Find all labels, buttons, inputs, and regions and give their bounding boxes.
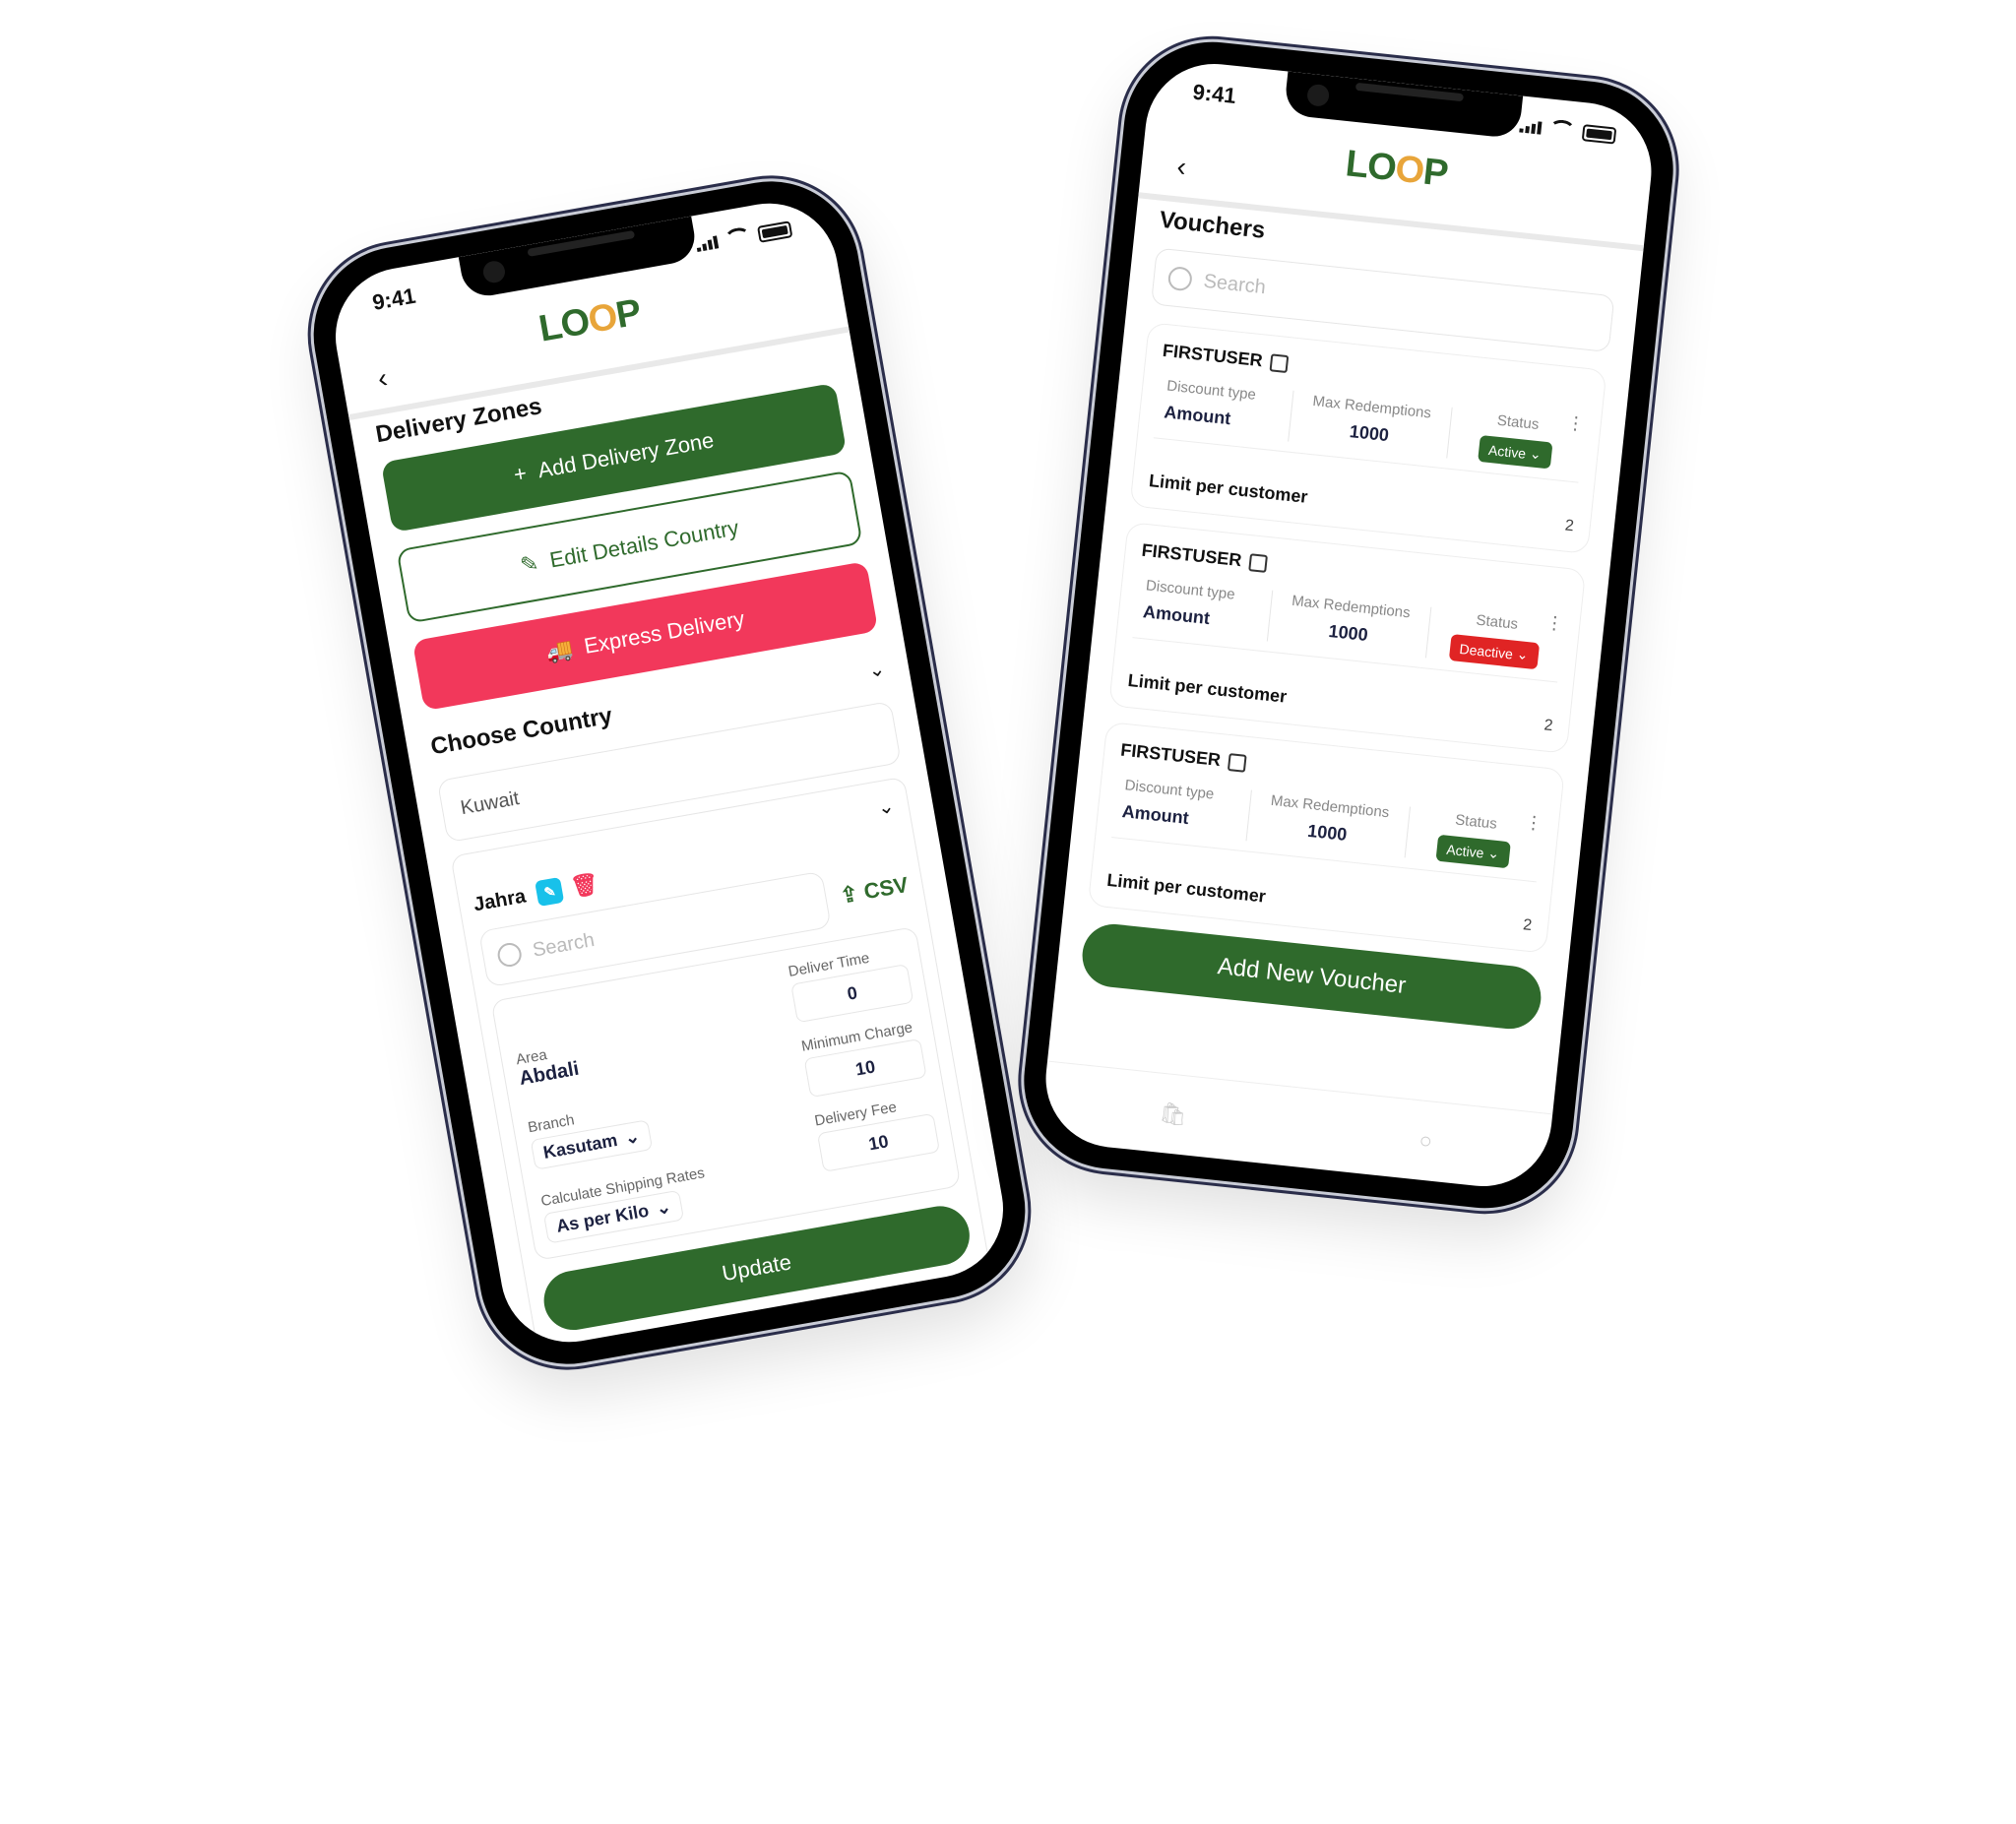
notch xyxy=(1283,71,1524,140)
voucher-code: FIRSTUSER xyxy=(1119,739,1223,771)
phone-delivery-zones: 9:41 ‹ LOOP Delivery Zones + Add Deliver… xyxy=(299,167,1040,1378)
limit-per-customer-label: Limit per customer xyxy=(1148,471,1309,507)
screen: 9:41 ‹ LOOP Delivery Zones + Add Deliver… xyxy=(324,192,1015,1353)
pencil-icon: ✎ xyxy=(518,550,541,578)
status-time: 9:41 xyxy=(1191,79,1237,109)
voucher-code: FIRSTUSER xyxy=(1140,539,1243,571)
zone-card: ⌄ Jahra ✎ 🗑 Search ⇪ CSV Area Abdali Bra… xyxy=(450,776,1004,1353)
tab-profile-icon[interactable]: ○ xyxy=(1418,1127,1433,1154)
loop-logo: LOOP xyxy=(536,291,644,350)
chevron-down-icon: ⌄ xyxy=(866,658,887,682)
search-icon xyxy=(1166,265,1194,292)
chevron-down-icon: ⌄ xyxy=(1486,845,1501,862)
max-redemptions-value: 1000 xyxy=(1327,620,1369,646)
screen: 9:41 ‹ LOOP Vouchers Search FIRSTUSER ⋮ … xyxy=(1039,57,1659,1193)
status-dropdown[interactable]: Deactive ⌄ xyxy=(1448,633,1540,670)
discount-type-value: Amount xyxy=(1163,402,1232,429)
more-options-icon[interactable]: ⋮ xyxy=(1566,412,1586,435)
voucher-card: FIRSTUSER ⋮ Discount type Amount Max Rede… xyxy=(1129,322,1607,554)
battery-icon xyxy=(1581,123,1617,145)
copy-icon[interactable] xyxy=(1269,352,1290,373)
wifi-icon xyxy=(1547,118,1576,142)
status-label: Status xyxy=(1475,611,1519,633)
plus-icon: + xyxy=(511,460,529,487)
discount-type-label: Discount type xyxy=(1123,777,1216,803)
chevron-down-icon: ⌄ xyxy=(1516,646,1530,663)
discount-type-value: Amount xyxy=(1142,601,1211,629)
status-label: Status xyxy=(1496,411,1541,434)
max-redemptions-value: 1000 xyxy=(1349,421,1390,446)
signal-icon xyxy=(1519,119,1543,135)
chevron-down-icon: ⌄ xyxy=(623,1126,642,1149)
loop-logo: LOOP xyxy=(1343,143,1450,195)
delivery-truck-icon: 🚚 xyxy=(543,636,575,665)
limit-value: 2 xyxy=(1522,916,1533,935)
max-redemptions-value: 1000 xyxy=(1306,820,1349,845)
limit-per-customer-label: Limit per customer xyxy=(1126,669,1289,707)
status-label: Status xyxy=(1454,811,1498,833)
csv-upload-button[interactable]: ⇪ CSV xyxy=(838,872,910,910)
chevron-down-icon[interactable]: ⌄ xyxy=(876,793,897,821)
battery-icon xyxy=(756,220,793,243)
voucher-list: FIRSTUSER ⋮ Discount type Amount Max Rede… xyxy=(1087,322,1607,954)
voucher-card: FIRSTUSER ⋮ Discount type Amount Max Rede… xyxy=(1087,721,1565,954)
limit-value: 2 xyxy=(1563,517,1575,535)
edit-icon[interactable]: ✎ xyxy=(535,876,565,907)
copy-icon[interactable] xyxy=(1227,752,1247,773)
discount-type-label: Discount type xyxy=(1145,577,1236,603)
chevron-down-icon: ⌄ xyxy=(655,1196,673,1219)
more-options-icon[interactable]: ⋮ xyxy=(1544,612,1564,635)
area-card: Area Abdali Branch Kasutam ⌄ Calculate Sh… xyxy=(490,925,962,1261)
back-chevron-icon[interactable]: ‹ xyxy=(375,362,390,395)
status-dropdown[interactable]: Active ⌄ xyxy=(1477,434,1553,470)
wifi-icon xyxy=(724,225,753,250)
limit-per-customer-label: Limit per customer xyxy=(1105,869,1267,907)
upload-icon: ⇪ xyxy=(838,880,860,909)
status-time: 9:41 xyxy=(370,283,418,315)
status-dropdown[interactable]: Active ⌄ xyxy=(1435,834,1511,869)
search-icon xyxy=(495,941,524,969)
tab-shop-icon[interactable]: 🛍 xyxy=(1158,1101,1188,1129)
discount-type-value: Amount xyxy=(1120,801,1190,829)
phone-vouchers: 9:41 ‹ LOOP Vouchers Search FIRSTUSER ⋮ … xyxy=(1015,32,1682,1218)
back-chevron-icon[interactable]: ‹ xyxy=(1175,151,1188,183)
discount-type-label: Discount type xyxy=(1166,377,1257,404)
signal-icon xyxy=(695,234,720,252)
copy-icon[interactable] xyxy=(1248,552,1269,573)
chevron-down-icon: ⌄ xyxy=(1529,445,1543,463)
voucher-code: FIRSTUSER xyxy=(1162,340,1264,371)
trash-icon[interactable]: 🗑 xyxy=(569,870,600,900)
voucher-card: FIRSTUSER ⋮ Discount type Amount Max Rede… xyxy=(1108,521,1587,754)
limit-value: 2 xyxy=(1543,717,1554,735)
more-options-icon[interactable]: ⋮ xyxy=(1524,812,1544,835)
